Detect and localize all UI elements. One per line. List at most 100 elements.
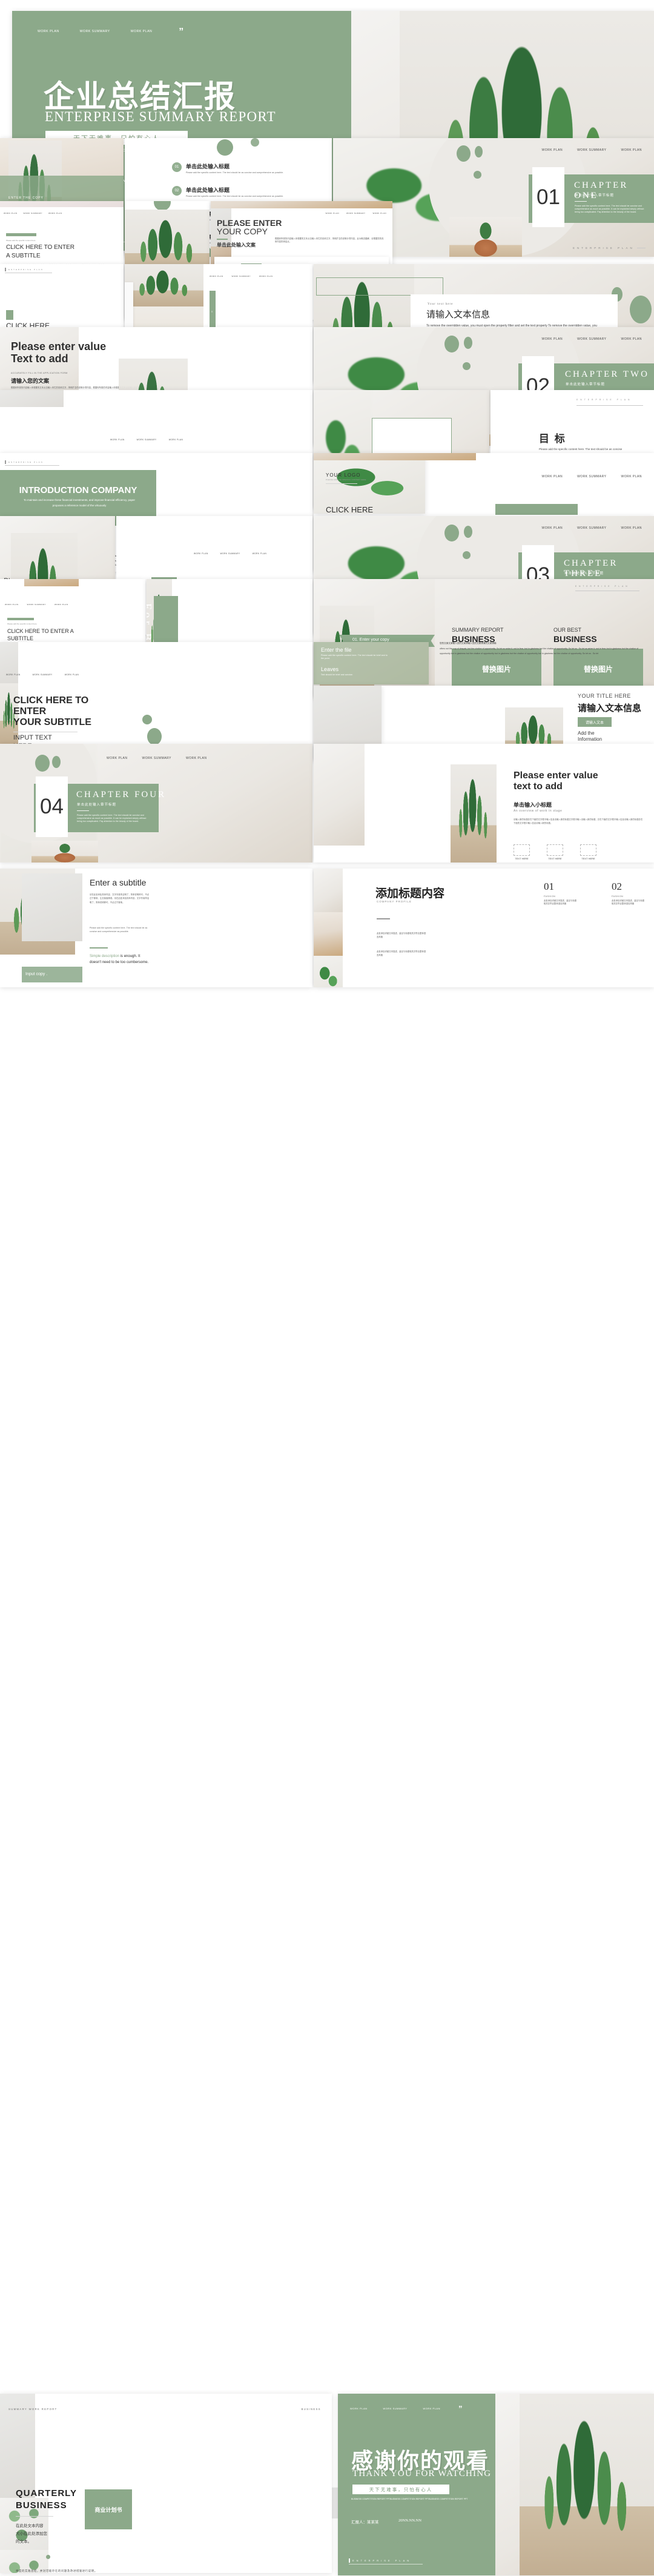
list-item[interactable]: 02 单击此处输入标题 Please add the specific cont… — [172, 185, 323, 198]
nav-item-1[interactable]: WORK SUMMARY — [220, 552, 240, 555]
nav-item-0[interactable]: WORK PLAN — [210, 275, 223, 277]
text-info-title: 请输入文本信息 — [426, 310, 490, 320]
text-info-circle-2 — [630, 296, 652, 323]
nav-item-2[interactable]: WORK PLAN — [259, 275, 273, 277]
nav-item-1[interactable]: WORK SUMMARY — [232, 275, 251, 277]
quarterly-title2: BUSINESS — [16, 2500, 67, 2511]
nav-item-1[interactable]: WORK SUMMARY — [383, 2407, 408, 2411]
chapter-three-nav[interactable]: WORK PLAN WORK SUMMARY WORK PLAN — [542, 526, 642, 530]
subtitle-a-nav[interactable]: WORK PLAN WORK SUMMARY WORK PLAN — [4, 212, 62, 214]
big-subtitle-slide: WORK PLAN WORK SUMMARY WORK PLAN CLICK H… — [0, 642, 312, 761]
summary-col2-kicker: OUR BEST — [553, 627, 582, 633]
your-title-photo[interactable] — [314, 686, 382, 744]
nav-item-2[interactable]: WORK PLAN — [621, 337, 642, 341]
chapter-two-nav[interactable]: WORK PLAN WORK SUMMARY WORK PLAN — [542, 337, 642, 341]
nav-item-1[interactable]: WORK SUMMARY — [80, 30, 110, 34]
nav-item-0[interactable]: WORK PLAN — [194, 552, 208, 555]
thanks-presenter: 汇报人：某某某 — [351, 2520, 379, 2525]
gallery-tab-icon-top: ≡ — [211, 310, 213, 313]
chapter-one-nav[interactable]: WORK PLAN WORK SUMMARY WORK PLAN — [542, 148, 642, 152]
add-title-photo-1[interactable] — [314, 869, 343, 912]
chapter-three-title: CHAPTER THREE — [564, 558, 618, 578]
intro-footer: ENTERPRISE PLAN — [5, 460, 52, 464]
nav-item-2[interactable]: WORK PLAN — [48, 212, 62, 214]
text-box-label-0: TEXT HERE — [515, 857, 529, 860]
intro-body: To maintain and increase these financial… — [24, 498, 135, 507]
nav-item-2[interactable]: WORK PLAN — [65, 674, 79, 676]
logo-title: YOUR LOGO — [326, 472, 361, 478]
please-enter-nav[interactable]: WORK PLAN WORK SUMMARY WORK PLAN — [326, 212, 386, 214]
nav-item-1[interactable]: WORK SUMMARY — [577, 475, 606, 478]
text-box-1[interactable]: TEXT HERE — [547, 844, 563, 860]
nav-item-1[interactable]: WORK SUMMARY — [577, 337, 606, 341]
chapter-one-subtitle: 单击此处输入章节标题 — [575, 194, 615, 197]
chapter-four-subtitle: 单击此处输入章节标题 — [77, 803, 117, 807]
nav-item-1[interactable]: WORK SUMMARY — [27, 603, 46, 606]
text-box-0[interactable]: TEXT HERE — [514, 844, 530, 860]
add-title-p2: 此处添加详细文本描述，建议与标题相关并符合整体语言风格 — [377, 950, 426, 957]
nav-item-2[interactable]: WORK PLAN — [54, 603, 68, 606]
nav-item-0[interactable]: WORK PLAN — [350, 2407, 368, 2411]
nav-item-0[interactable]: WORK PLAN — [542, 148, 563, 152]
subtitle-e-bar — [7, 618, 34, 620]
nav-item-0[interactable]: WORK PLAN — [110, 439, 125, 441]
chapter-four-nav[interactable]: WORK PLAN WORK SUMMARY WORK PLAN — [107, 757, 206, 760]
value-text-photo[interactable] — [314, 744, 365, 846]
nav-item-1[interactable]: WORK SUMMARY — [33, 674, 53, 676]
chapter-number: 01 — [537, 185, 560, 209]
list-item[interactable]: 01 单击此处输入标题 Please add the specific cont… — [172, 162, 323, 174]
nav-item-0[interactable]: WORK PLAN — [542, 475, 563, 478]
subtitle-e-nav[interactable]: WORK PLAN WORK SUMMARY WORK PLAN — [5, 603, 68, 606]
nav-item-2[interactable]: WORK PLAN — [253, 552, 267, 555]
nav-item-2[interactable]: WORK PLAN — [372, 212, 386, 214]
for-business-photo[interactable] — [0, 390, 64, 407]
nav-item-1[interactable]: WORK SUMMARY — [577, 148, 606, 152]
nav-item-1[interactable]: WORK SUMMARY — [24, 212, 42, 214]
nav-item-0[interactable]: WORK PLAN — [542, 337, 563, 341]
enter-file-body1: Please add the specific content here. Th… — [321, 654, 388, 660]
toc-item-body: Please add the specific content here. Th… — [186, 171, 284, 174]
nav-item-0[interactable]: WORK PLAN — [38, 30, 59, 34]
summary-image-slot-1-label: 替换图片 — [481, 664, 511, 674]
logo-sub: PLEASE ADD THE SPECIFIC CONTENT HERE — [326, 479, 366, 481]
nav-item-0[interactable]: WORK PLAN — [326, 212, 340, 214]
add-title-photo-3[interactable] — [314, 956, 343, 987]
nav-item-2[interactable]: WORK PLAN — [186, 757, 207, 760]
quarterly-slide: SUMMARY WORK REPORT BUSINESS QUARTERLY B… — [0, 2394, 332, 2573]
nav-item-0[interactable]: WORK PLAN — [5, 603, 19, 606]
gallery-photo-top[interactable] — [125, 264, 203, 306]
nav-item-0[interactable]: WORK PLAN — [4, 212, 18, 214]
thanks-strip: BUSINESS COMPETITION REPORT PPTBUSINESS … — [351, 2498, 468, 2500]
logo-accent-band — [495, 504, 578, 515]
big-subtitle-photo-a[interactable] — [0, 642, 18, 683]
nav-item-1[interactable]: WORK SUMMARY — [346, 212, 365, 214]
logo-nav[interactable]: WORK PLAN WORK SUMMARY WORK PLAN — [542, 475, 642, 478]
text-box-2[interactable]: TEXT HERE — [580, 844, 596, 860]
text-info-outline — [316, 277, 443, 296]
nav-item-2[interactable]: WORK PLAN — [621, 526, 642, 530]
nav-item-1[interactable]: WORK SUMMARY — [577, 526, 606, 530]
nav-item-2[interactable]: WORK PLAN — [621, 475, 642, 478]
nav-item-0[interactable]: WORK PLAN — [107, 757, 128, 760]
nav-item-2[interactable]: WORK PLAN — [169, 439, 183, 441]
add-title-photo-2[interactable] — [314, 912, 343, 956]
nav-item-2[interactable]: WORK PLAN — [621, 148, 642, 152]
gallery-nav[interactable]: WORK PLAN WORK SUMMARY WORK PLAN — [210, 275, 272, 277]
subtitle-a-title: CLICK HERE TO ENTER A SUBTITLE — [6, 244, 74, 259]
big-subtitle-nav[interactable]: WORK PLAN WORK SUMMARY WORK PLAN — [6, 674, 79, 676]
nav-item-0[interactable]: WORK PLAN — [542, 526, 563, 530]
nav-item-2[interactable]: WORK PLAN — [423, 2407, 440, 2411]
nav-item-0[interactable]: WORK PLAN — [6, 674, 21, 676]
nav-item-1[interactable]: WORK SUMMARY — [137, 439, 157, 441]
intro-title: INTRODUCTION COMPANY — [19, 485, 137, 495]
nav-item-1[interactable]: WORK SUMMARY — [142, 757, 171, 760]
subtitle-d-nav[interactable]: WORK PLAN WORK SUMMARY WORK PLAN — [194, 552, 266, 555]
thanks-nav[interactable]: WORK PLAN WORK SUMMARY WORK PLAN ” — [350, 2405, 463, 2412]
big-subtitle-input1: INPUT TEXT — [13, 734, 52, 741]
click-here-b-swatch — [6, 310, 13, 320]
for-business-nav[interactable]: WORK PLAN WORK SUMMARY WORK PLAN — [110, 439, 183, 441]
value-text-en-sub: An overview of work in stage — [514, 809, 563, 813]
item-label-1: FASHION — [612, 895, 624, 898]
nav-item-2[interactable]: WORK PLAN — [131, 30, 153, 34]
cover-nav[interactable]: WORK PLAN WORK SUMMARY WORK PLAN ” — [38, 27, 184, 36]
